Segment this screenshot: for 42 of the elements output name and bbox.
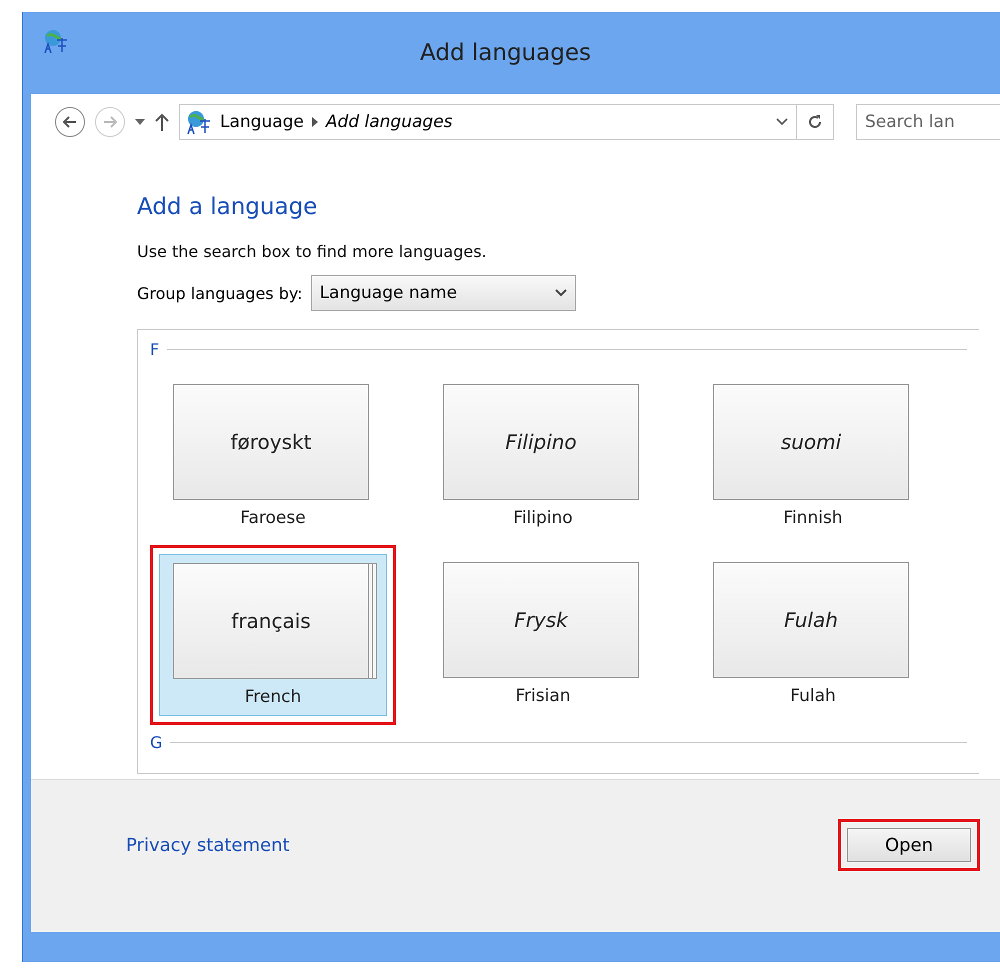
breadcrumb-separator-icon (312, 117, 318, 127)
language-tile[interactable]: Frysk Frisian (429, 554, 657, 714)
refresh-icon (807, 114, 823, 130)
history-caret-icon[interactable] (776, 118, 788, 126)
language-tile[interactable]: føroyskt Faroese (159, 376, 387, 536)
language-name: Fulah (790, 686, 836, 706)
up-arrow-icon[interactable] (155, 113, 169, 131)
selected-language-tile[interactable]: français French (159, 554, 387, 716)
language-globe-icon (43, 28, 69, 54)
back-button[interactable] (55, 107, 85, 137)
native-name: Frysk (443, 562, 639, 678)
language-name: Frisian (515, 686, 571, 706)
open-button[interactable]: Open (847, 828, 971, 862)
language-globe-icon (186, 109, 212, 135)
language-name: Finnish (783, 508, 843, 528)
window-title: Add languages (420, 40, 592, 66)
language-name: Filipino (513, 508, 573, 528)
address-bar[interactable]: Language Add languages (179, 104, 834, 140)
language-tile[interactable]: Fulah Fulah (699, 554, 927, 714)
dropdown-caret-icon (554, 289, 567, 297)
native-name: Filipino (443, 384, 639, 500)
page-heading: Add a language (137, 194, 318, 220)
language-name: French (244, 687, 302, 707)
breadcrumb[interactable]: Add languages (326, 112, 453, 132)
recent-locations-caret-icon[interactable] (135, 119, 145, 125)
group-by-label: Group languages by: (137, 284, 303, 302)
group-by-dropdown[interactable]: Language name (310, 275, 576, 311)
native-name: Fulah (713, 562, 909, 678)
native-name: suomi (713, 384, 909, 500)
back-arrow-icon (62, 114, 78, 130)
group-letter: F (150, 340, 160, 359)
search-field[interactable]: Search lan (856, 104, 1000, 140)
breadcrumb[interactable]: Language (220, 112, 304, 132)
language-name: Faroese (240, 508, 306, 528)
forward-arrow-icon (102, 114, 118, 130)
hint-text: Use the search box to find more languages. (137, 242, 488, 261)
language-tile[interactable]: Filipino Filipino (429, 376, 657, 536)
group-letter: G (150, 733, 162, 752)
language-tile[interactable]: suomi Finnish (699, 376, 927, 536)
native-name: føroyskt (173, 384, 369, 500)
native-name: français (173, 563, 369, 679)
privacy-statement-link[interactable]: Privacy statement (126, 834, 838, 856)
